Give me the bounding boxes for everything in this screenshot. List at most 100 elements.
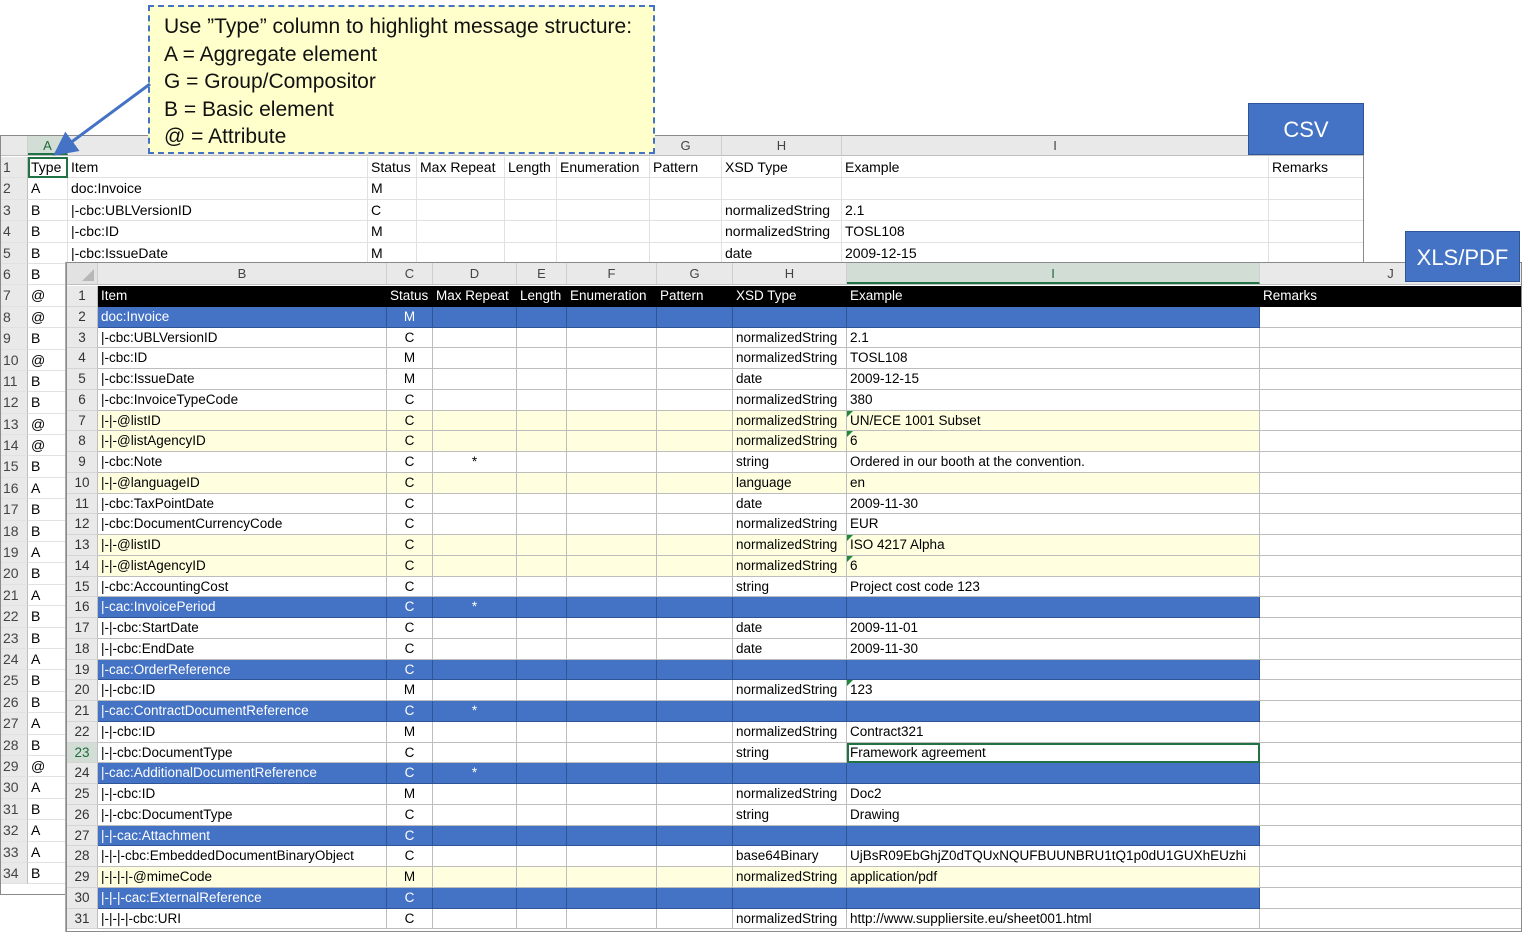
xls-cell[interactable] xyxy=(1260,328,1521,349)
xls-cell[interactable] xyxy=(433,721,517,743)
csv-corner[interactable] xyxy=(1,136,28,155)
csv-cell[interactable]: Item xyxy=(68,157,368,179)
xls-cell[interactable] xyxy=(433,493,517,515)
xls-row-number[interactable]: 11 xyxy=(67,493,98,515)
xls-cell[interactable]: |-|-cbc:ID xyxy=(98,721,387,743)
xls-cell[interactable] xyxy=(433,680,517,701)
xls-cell[interactable]: |-|-|-|-cbc:URI xyxy=(98,908,387,930)
csv-cell[interactable]: B xyxy=(28,221,68,243)
xls-cell[interactable]: normalizedString xyxy=(733,784,847,805)
csv-cell[interactable]: B xyxy=(28,370,68,393)
csv-row-number[interactable]: 21 xyxy=(1,584,28,607)
csv-cell[interactable]: @ xyxy=(28,755,68,778)
xls-cell[interactable] xyxy=(1260,535,1521,556)
xls-cell[interactable]: C xyxy=(387,804,433,826)
xls-cell[interactable] xyxy=(517,327,567,349)
csv-cell[interactable]: @ xyxy=(28,349,68,371)
csv-row-number[interactable]: 25 xyxy=(1,670,28,692)
csv-cell[interactable]: B xyxy=(28,670,68,692)
csv-row-number[interactable]: 9 xyxy=(1,328,28,350)
xls-cell[interactable] xyxy=(567,804,657,826)
xls-cell[interactable] xyxy=(657,306,733,328)
xls-cell[interactable] xyxy=(657,348,733,369)
xls-cell[interactable] xyxy=(517,389,567,411)
xls-cell[interactable]: |-cbc:AccountingCost xyxy=(98,576,387,598)
xls-cell[interactable] xyxy=(517,867,567,888)
csv-cell[interactable]: Pattern xyxy=(650,157,722,179)
csv-row-number[interactable]: 16 xyxy=(1,477,28,500)
xls-cell[interactable]: |-|-cbc:EndDate xyxy=(98,638,387,660)
xls-cell[interactable] xyxy=(433,431,517,452)
xls-cell[interactable] xyxy=(517,369,567,390)
xls-cell[interactable]: base64Binary xyxy=(733,846,847,867)
csv-row-number[interactable]: 4 xyxy=(1,221,28,243)
csv-cell[interactable]: Length xyxy=(505,157,557,179)
xls-cell[interactable]: string xyxy=(733,452,847,473)
xls-cell[interactable] xyxy=(433,887,517,909)
xls-cell[interactable]: |-|-cac:Attachment xyxy=(98,825,387,847)
csv-cell[interactable] xyxy=(417,178,505,200)
csv-cell[interactable]: A xyxy=(28,777,68,799)
xls-cell[interactable] xyxy=(433,784,517,805)
xls-cell[interactable] xyxy=(847,306,1260,328)
xls-cell[interactable] xyxy=(733,825,847,847)
xls-cell[interactable]: C xyxy=(387,327,433,349)
xls-cell[interactable]: C xyxy=(387,493,433,515)
csv-cell[interactable]: B xyxy=(28,456,68,478)
xls-cell[interactable]: 2.1 xyxy=(847,327,1260,349)
xls-cell[interactable]: |-|-cbc:DocumentType xyxy=(98,742,387,764)
csv-cell[interactable]: date xyxy=(722,242,842,264)
xls-cell[interactable] xyxy=(567,306,657,328)
xls-cell[interactable]: |-|-@listID xyxy=(98,535,387,556)
xls-cell[interactable]: date xyxy=(733,638,847,660)
xls-cell[interactable] xyxy=(657,825,733,847)
xls-cell[interactable] xyxy=(567,825,657,847)
xls-cell[interactable] xyxy=(1260,597,1521,618)
xls-row-number[interactable]: 30 xyxy=(67,887,98,909)
csv-cell[interactable]: Status xyxy=(368,157,417,179)
xls-cell[interactable] xyxy=(1260,763,1521,784)
xls-cell[interactable] xyxy=(1260,680,1521,701)
csv-row-number[interactable]: 22 xyxy=(1,606,28,628)
xls-row-number[interactable]: 4 xyxy=(67,348,98,369)
csv-cell[interactable]: B xyxy=(28,520,68,543)
csv-cell[interactable]: B xyxy=(28,392,68,414)
xls-cell[interactable]: normalizedString xyxy=(733,555,847,577)
csv-row-number[interactable]: 5 xyxy=(1,242,28,264)
xls-cell[interactable]: http://www.suppliersite.eu/sheet001.html xyxy=(847,908,1260,930)
xls-cell[interactable]: EUR xyxy=(847,514,1260,535)
xls-cell[interactable]: normalizedString xyxy=(733,867,847,888)
xls-cell[interactable]: * xyxy=(433,452,517,473)
xls-row-number[interactable]: 9 xyxy=(67,452,98,473)
xls-cell[interactable] xyxy=(567,784,657,805)
xls-cell[interactable] xyxy=(733,597,847,618)
csv-row-number[interactable]: 33 xyxy=(1,841,28,863)
csv-column-header[interactable]: I xyxy=(842,136,1269,155)
xls-column-header[interactable]: G xyxy=(657,263,733,284)
xls-row-number[interactable]: 19 xyxy=(67,659,98,681)
xls-cell[interactable] xyxy=(567,555,657,577)
xls-cell[interactable] xyxy=(517,908,567,930)
xls-cell[interactable] xyxy=(847,825,1260,847)
xls-cell[interactable] xyxy=(517,721,567,743)
xls-cell[interactable] xyxy=(433,306,517,328)
xls-cell[interactable] xyxy=(433,535,517,556)
csv-cell[interactable]: A xyxy=(28,820,68,842)
xls-cell[interactable] xyxy=(433,327,517,349)
xls-cell[interactable] xyxy=(433,472,517,494)
csv-row-number[interactable]: 17 xyxy=(1,499,28,521)
xls-cell[interactable]: C xyxy=(387,846,433,867)
xls-cell[interactable] xyxy=(1260,307,1521,328)
xls-cell[interactable] xyxy=(1260,722,1521,743)
xls-cell[interactable] xyxy=(517,576,567,598)
xls-cell[interactable] xyxy=(567,701,657,722)
xls-row-number[interactable]: 31 xyxy=(67,908,98,930)
csv-cell[interactable] xyxy=(1269,243,1363,264)
xls-cell[interactable] xyxy=(433,742,517,764)
xls-cell[interactable] xyxy=(517,680,567,701)
xls-cell[interactable] xyxy=(567,452,657,473)
xls-header-cell[interactable]: XSD Type xyxy=(733,286,847,307)
xls-cell[interactable]: M xyxy=(387,867,433,888)
xls-cell[interactable] xyxy=(1260,888,1521,909)
xls-cell[interactable]: |-|-cbc:ID xyxy=(98,784,387,805)
